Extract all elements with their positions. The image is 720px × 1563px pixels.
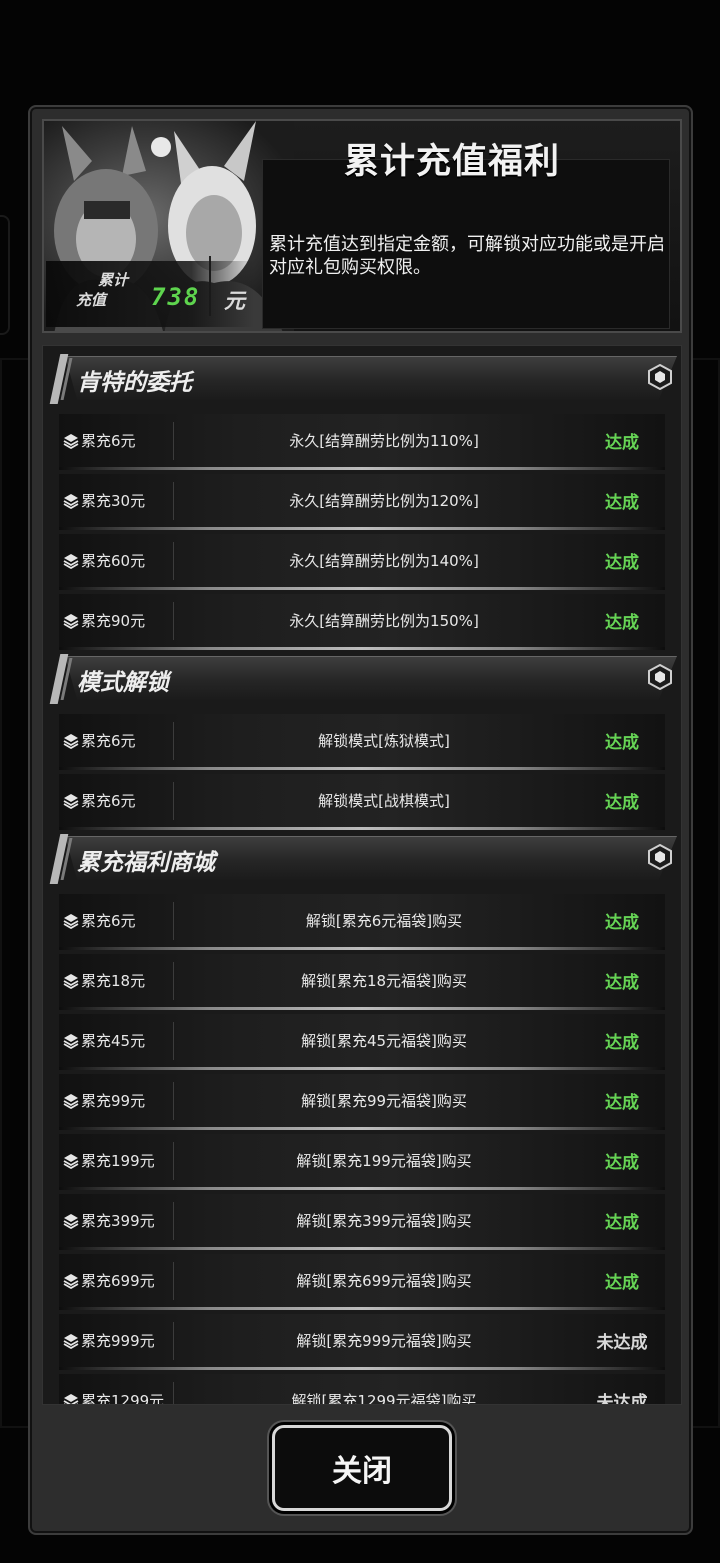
status-badge: 达成 [605, 1153, 639, 1173]
list-item: 累充699元 解锁[累充699元福袋]购买 达成 [59, 1254, 665, 1310]
status-badge: 达成 [605, 913, 639, 933]
reward-label: 永久[结算酬劳比例为120%] [289, 492, 479, 510]
requirement-label: 累充45元 [81, 1032, 146, 1050]
layers-icon [63, 1213, 79, 1230]
requirement-label: 累充6元 [81, 732, 136, 750]
reward-label: 解锁模式[战棋模式] [318, 792, 450, 810]
header-description: 累计充值达到指定金额，可解锁对应功能或是开启对应礼包购买权限。 [269, 234, 665, 278]
reward-label: 永久[结算酬劳比例为110%] [289, 432, 479, 450]
list-item: 累充45元 解锁[累充45元福袋]购买 达成 [59, 1014, 665, 1070]
total-unit: 元 [224, 289, 245, 313]
hexagon-icon[interactable] [647, 663, 673, 691]
status-badge: 达成 [605, 973, 639, 993]
section-header: 模式解锁 [49, 654, 677, 704]
status-badge: 达成 [605, 613, 639, 633]
status-badge: 达成 [605, 1033, 639, 1053]
requirement-label: 累充18元 [81, 972, 146, 990]
header-banner: 累计 充值 738 元 累计充值福利 累计充值达到指定金额，可解锁对应功能或是开… [42, 119, 682, 333]
list-item: 累充199元 解锁[累充199元福袋]购买 达成 [59, 1134, 665, 1190]
layers-icon [63, 913, 79, 930]
layers-icon [63, 1093, 79, 1110]
list-item: 累充99元 解锁[累充99元福袋]购买 达成 [59, 1074, 665, 1130]
background-panel [0, 215, 10, 335]
reward-label: 解锁[累充1299元福袋]购买 [291, 1392, 477, 1405]
layers-icon [63, 493, 79, 510]
reward-label: 解锁模式[炼狱模式] [318, 732, 450, 750]
close-button[interactable]: 关闭 [272, 1425, 452, 1511]
list-item: 累充6元 解锁模式[战棋模式] 达成 [59, 774, 665, 830]
page-title: 累计充值福利 [344, 142, 561, 182]
recharge-welfare-dialog: 累计 充值 738 元 累计充值福利 累计充值达到指定金额，可解锁对应功能或是开… [28, 105, 693, 1535]
reward-label: 永久[结算酬劳比例为140%] [289, 552, 479, 570]
list-item: 累充6元 解锁[累充6元福袋]购买 达成 [59, 894, 665, 950]
total-recharge-box: 累计 充值 738 元 [46, 261, 254, 327]
reward-label: 解锁[累充199元福袋]购买 [296, 1152, 472, 1170]
list-item: 累充999元 解锁[累充999元福袋]购买 未达成 [59, 1314, 665, 1370]
list-item: 累充1299元 解锁[累充1299元福袋]购买 未达成 [59, 1374, 665, 1405]
character-portrait: 累计 充值 738 元 [44, 121, 294, 331]
list-item: 累充30元 永久[结算酬劳比例为120%] 达成 [59, 474, 665, 530]
layers-icon [63, 613, 79, 630]
requirement-label: 累充699元 [81, 1272, 155, 1290]
requirement-label: 累充199元 [81, 1152, 155, 1170]
layers-icon [63, 1033, 79, 1050]
section-header: 累充福利商城 [49, 834, 677, 884]
section-header: 肯特的委托 [49, 354, 677, 404]
list-item: 累充399元 解锁[累充399元福袋]购买 达成 [59, 1194, 665, 1250]
reward-label: 解锁[累充999元福袋]购买 [296, 1332, 472, 1350]
layers-icon [63, 1393, 79, 1404]
status-badge: 达成 [605, 433, 639, 453]
requirement-label: 累充399元 [81, 1212, 155, 1230]
layers-icon [63, 433, 79, 450]
status-badge: 达成 [605, 553, 639, 573]
status-badge: 达成 [605, 1213, 639, 1233]
layers-icon [63, 1333, 79, 1350]
reward-label: 解锁[累充399元福袋]购买 [296, 1212, 472, 1230]
status-badge: 达成 [605, 1093, 639, 1113]
hexagon-icon[interactable] [647, 843, 673, 871]
status-badge: 达成 [605, 733, 639, 753]
requirement-label: 累充99元 [81, 1092, 146, 1110]
status-badge: 达成 [605, 1273, 639, 1293]
requirement-label: 累充90元 [81, 612, 146, 630]
total-label: 充值 [76, 291, 107, 309]
section-title: 模式解锁 [77, 670, 169, 696]
total-label: 累计 [98, 271, 129, 289]
requirement-label: 累充6元 [81, 912, 136, 930]
status-badge: 达成 [605, 793, 639, 813]
reward-label: 解锁[累充18元福袋]购买 [301, 972, 467, 990]
layers-icon [63, 1153, 79, 1170]
total-recharge-value: 738 [151, 283, 201, 311]
requirement-label: 累充999元 [81, 1332, 155, 1350]
status-badge: 未达成 [596, 1393, 648, 1405]
requirement-label: 累充60元 [81, 552, 146, 570]
reward-label: 解锁[累充99元福袋]购买 [301, 1092, 467, 1110]
reward-label: 解锁[累充45元福袋]购买 [301, 1032, 467, 1050]
requirement-label: 累充6元 [81, 432, 136, 450]
list-item: 累充6元 永久[结算酬劳比例为110%] 达成 [59, 414, 665, 470]
list-item: 累充60元 永久[结算酬劳比例为140%] 达成 [59, 534, 665, 590]
status-badge: 未达成 [596, 1333, 648, 1353]
layers-icon [63, 1273, 79, 1290]
layers-icon [63, 553, 79, 570]
hexagon-icon[interactable] [647, 363, 673, 391]
reward-list[interactable]: 肯特的委托 累充6元 永久[结算酬劳比例为110%] 达成 累充30元 永久[结算酬劳比例… [42, 345, 682, 1405]
layers-icon [63, 793, 79, 810]
layers-icon [63, 973, 79, 990]
list-item: 累充18元 解锁[累充18元福袋]购买 达成 [59, 954, 665, 1010]
reward-label: 解锁[累充699元福袋]购买 [296, 1272, 472, 1290]
section-title: 累充福利商城 [77, 850, 215, 876]
list-item: 累充90元 永久[结算酬劳比例为150%] 达成 [59, 594, 665, 650]
requirement-label: 累充6元 [81, 792, 136, 810]
reward-label: 永久[结算酬劳比例为150%] [289, 612, 479, 630]
requirement-label: 累充1299元 [81, 1392, 165, 1405]
layers-icon [63, 733, 79, 750]
requirement-label: 累充30元 [81, 492, 146, 510]
reward-label: 解锁[累充6元福袋]购买 [305, 912, 463, 930]
section-title: 肯特的委托 [77, 370, 192, 396]
status-badge: 达成 [605, 493, 639, 513]
list-item: 累充6元 解锁模式[炼狱模式] 达成 [59, 714, 665, 770]
